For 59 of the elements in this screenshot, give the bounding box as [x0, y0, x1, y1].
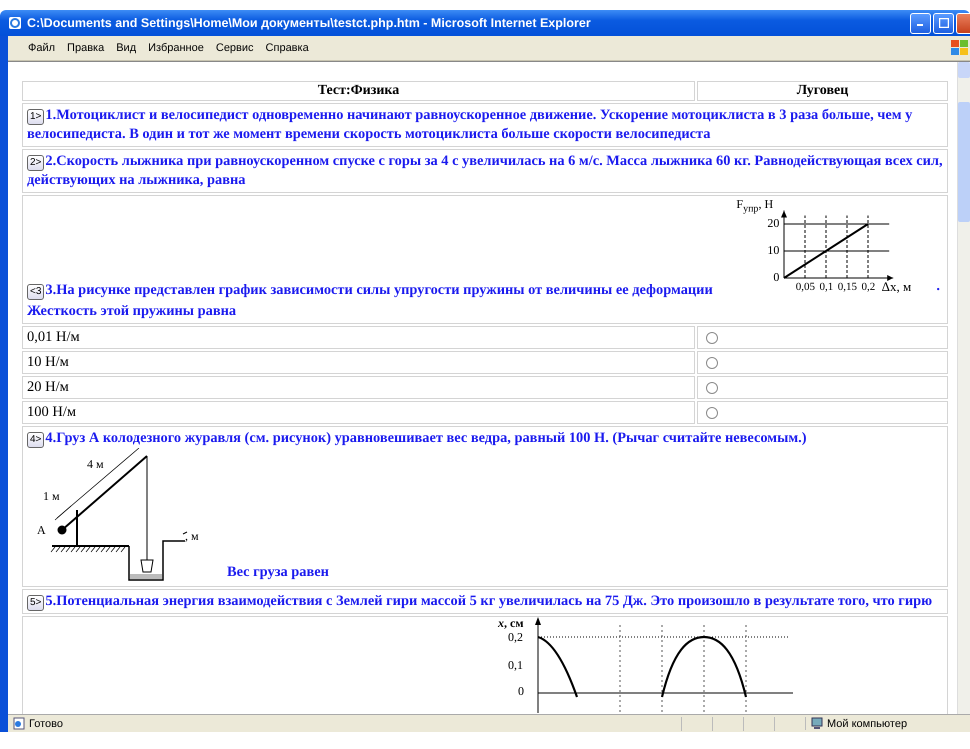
browser-icon [8, 16, 22, 30]
question-text: 1> 1.Мотоциклист и велосипедист одновременно начинают равноускоренное движение. Ускорение мотоциклиста в 3 раза больше, чем у велосипедиста. В один и тот же момент времени скорость мотоциклиста больше скорости велосипедиста [22, 103, 948, 147]
diagram-label: 1 м [43, 490, 60, 503]
radio-button[interactable] [706, 406, 718, 418]
minimize-button[interactable] [910, 12, 931, 34]
menu-item[interactable]: Вид [110, 42, 142, 54]
table-header: Луговец [697, 81, 948, 101]
windows-logo-icon [948, 38, 970, 58]
answer-option: 10 Н/м [22, 351, 695, 374]
axis-label: 0,2 [508, 631, 523, 644]
radio-button[interactable] [706, 382, 718, 394]
question-number-button[interactable]: 2> [27, 155, 44, 171]
diagram-label: , м [185, 530, 199, 543]
table-header: Тест:Физика [22, 81, 695, 101]
answer-option: 20 Н/м [22, 376, 695, 399]
axis-label: x, см [498, 617, 524, 630]
question-text: 2> 2.Скорость лыжника при равноускоренном спуске с горы за 4 с увеличилась на 6 м/с. Масса лыжника 60 кг. Равнодействующая всех сил, действующих на лыжника, равна [22, 149, 948, 193]
axis-label: 0,1 [508, 659, 523, 672]
menu-item[interactable]: Файл [22, 42, 62, 54]
axis-label: Δx, м [882, 280, 912, 293]
close-button[interactable] [956, 12, 970, 34]
tick-label: 10 [767, 244, 780, 257]
tick-label: 0 [773, 271, 780, 284]
scrollbar[interactable] [957, 62, 970, 714]
tick-label: 0,2 [862, 281, 876, 294]
punctuation-text: . [935, 277, 941, 296]
y-axis [781, 210, 788, 278]
question-number-button[interactable]: 1> [27, 109, 44, 125]
menu-item[interactable]: Правка [61, 42, 110, 54]
diagram-label: 4 м [87, 458, 104, 471]
page-icon [12, 717, 26, 730]
axis-label: 0 [518, 685, 524, 698]
question-number-button[interactable]: 5> [27, 595, 44, 611]
answer-option: 0,01 Н/м [22, 326, 695, 349]
zone-text: Мой компьютер [827, 718, 908, 730]
maximize-icon [938, 18, 948, 28]
question-text: <3 3.На рисунке представлен график зависимости силы упругости пружины от величины ее деформации [27, 282, 713, 298]
question-number-button[interactable]: 4> [27, 432, 44, 448]
question-text: 4> 4.Груз А колодезного журавля (см. рисунок) уравновешивает вес ведра, равный 100 Н. (Рычаг считайте невесомым.) [27, 429, 944, 448]
tick-label: 0,05 [796, 281, 816, 294]
question-text: Вес груза равен [227, 563, 329, 582]
answer-option: 100 Н/м [22, 401, 695, 424]
question-number-button[interactable]: <3 [27, 284, 44, 300]
radio-button[interactable] [706, 332, 718, 344]
computer-icon [810, 717, 824, 730]
menu-item[interactable]: Сервис [210, 42, 260, 54]
question-text: Жесткость этой пружины равна [27, 302, 238, 321]
menu-item[interactable]: Избранное [142, 42, 210, 54]
diagram-label: А [37, 524, 46, 537]
window-title: C:\Documents and Settings\Home\Мои документы\testct.php.htm - Microsoft Internet Explorer [27, 16, 592, 30]
radio-button[interactable] [706, 356, 718, 368]
question-text: 5> 5.Потенциальная энергия взаимодействия с Землей гири массой 5 кг увеличилась на 75 Дж. Это произошло в результате того, что гирю [22, 589, 948, 614]
tick-label: 20 [767, 217, 780, 230]
axis-label: F$_{упр}$, Н [736, 198, 774, 216]
status-text: Готово [29, 718, 63, 730]
menu-item[interactable]: Справка [260, 42, 315, 54]
maximize-button[interactable] [933, 12, 954, 34]
tick-label: 0,1 [820, 281, 834, 294]
tick-label: 0,15 [838, 281, 858, 294]
